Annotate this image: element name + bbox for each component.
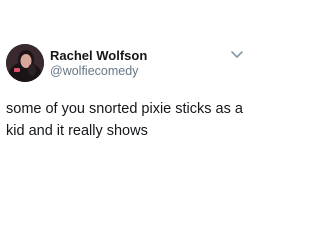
avatar-photo-icon [6,44,44,82]
tweet-text: some of you snorted pixie sticks as a ki… [6,101,243,139]
tweet-card: Rachel Wolfson @wolfiecomedy some of you… [0,0,250,250]
author-handle[interactable]: @wolfiecomedy [50,64,138,78]
author-display-name[interactable]: Rachel Wolfson [50,48,147,63]
chevron-down-icon[interactable] [230,48,244,60]
avatar[interactable] [6,44,44,82]
